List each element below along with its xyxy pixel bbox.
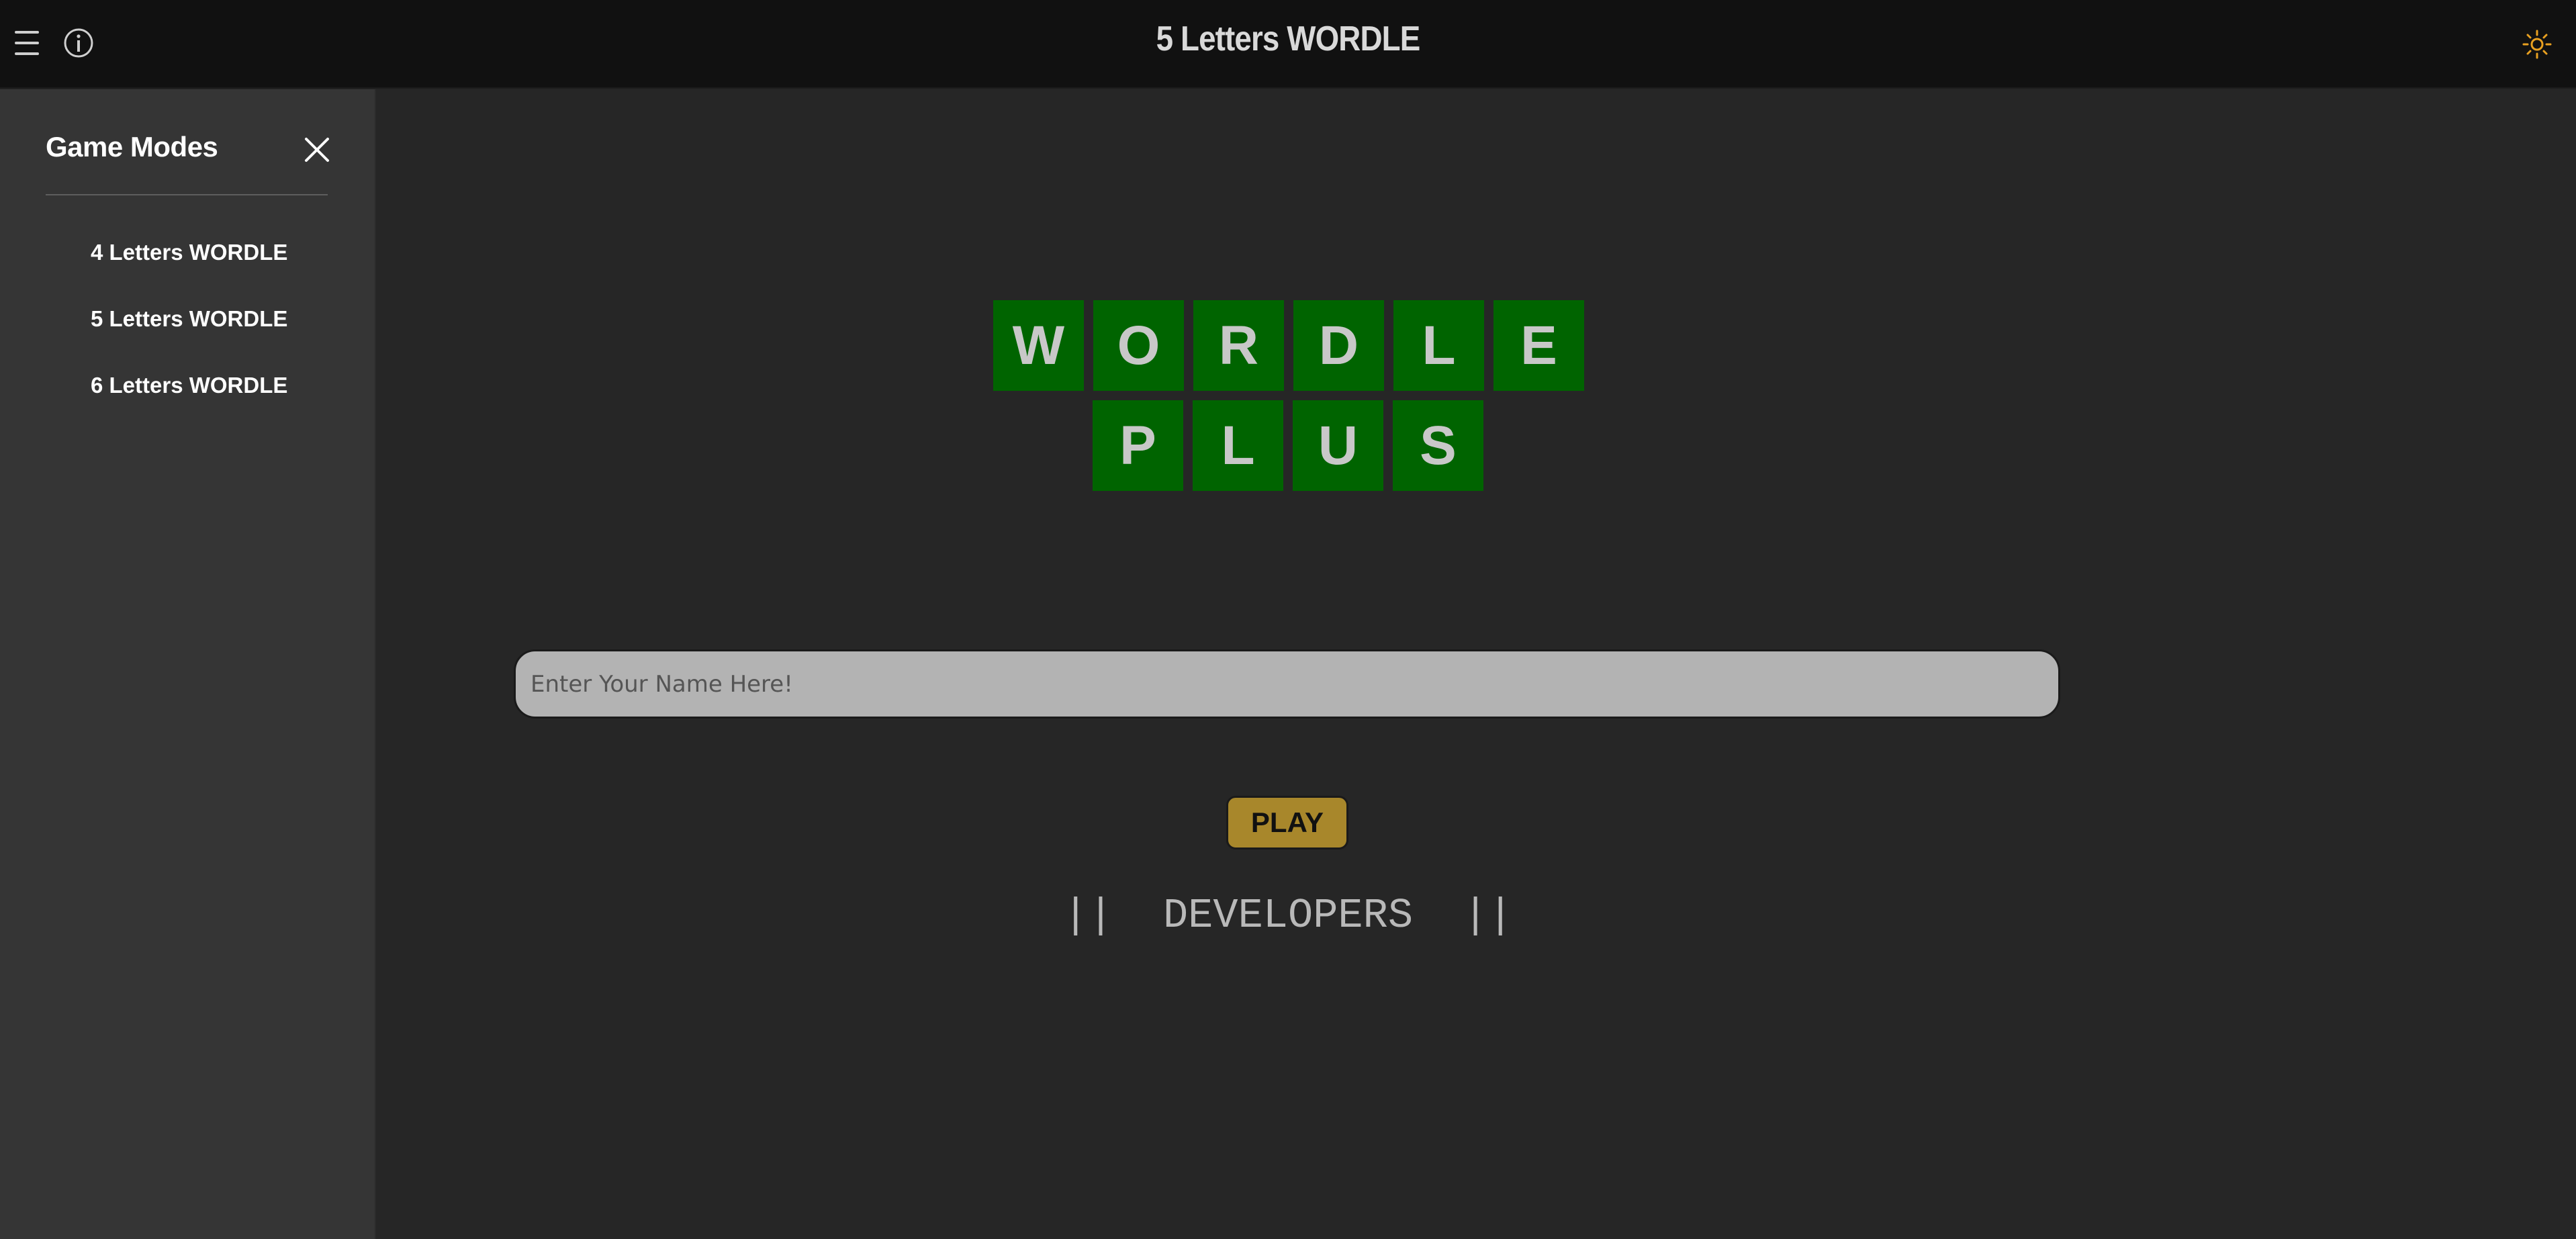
info-icon[interactable] <box>63 28 94 58</box>
close-icon[interactable] <box>301 134 333 166</box>
hamburger-menu-icon[interactable] <box>15 30 40 56</box>
play-button[interactable]: PLAY <box>1226 796 1348 850</box>
logo-tile: E <box>1493 300 1584 391</box>
logo-row-plus: P L U S <box>1093 400 1483 491</box>
app-title: 5 Letters WORDLE <box>1156 19 1421 58</box>
logo-tile: W <box>993 300 1084 391</box>
logo-tile: L <box>1193 400 1283 491</box>
logo-tile: R <box>1193 300 1284 391</box>
top-bar: 5 Letters WORDLE <box>0 0 2576 89</box>
logo-tile: D <box>1293 300 1384 391</box>
player-name-input[interactable] <box>514 649 2060 719</box>
logo-tile: U <box>1293 400 1383 491</box>
logo-tile: P <box>1093 400 1183 491</box>
mode-item-6-letters[interactable]: 6 Letters WORDLE <box>91 373 287 398</box>
sun-icon[interactable] <box>2521 28 2553 60</box>
developers-link[interactable]: || DEVELOPERS || <box>952 892 1624 939</box>
mode-item-5-letters[interactable]: 5 Letters WORDLE <box>91 306 287 332</box>
sidebar-title: Game Modes <box>46 131 218 163</box>
logo-tile: S <box>1393 400 1483 491</box>
logo-tile: L <box>1393 300 1484 391</box>
sidebar-divider <box>46 194 328 195</box>
logo-row-wordle: W O R D L E <box>993 300 1584 391</box>
mode-item-4-letters[interactable]: 4 Letters WORDLE <box>91 240 287 265</box>
game-modes-sidebar: Game Modes 4 Letters WORDLE 5 Letters WO… <box>0 89 376 1239</box>
logo-tile: O <box>1093 300 1184 391</box>
